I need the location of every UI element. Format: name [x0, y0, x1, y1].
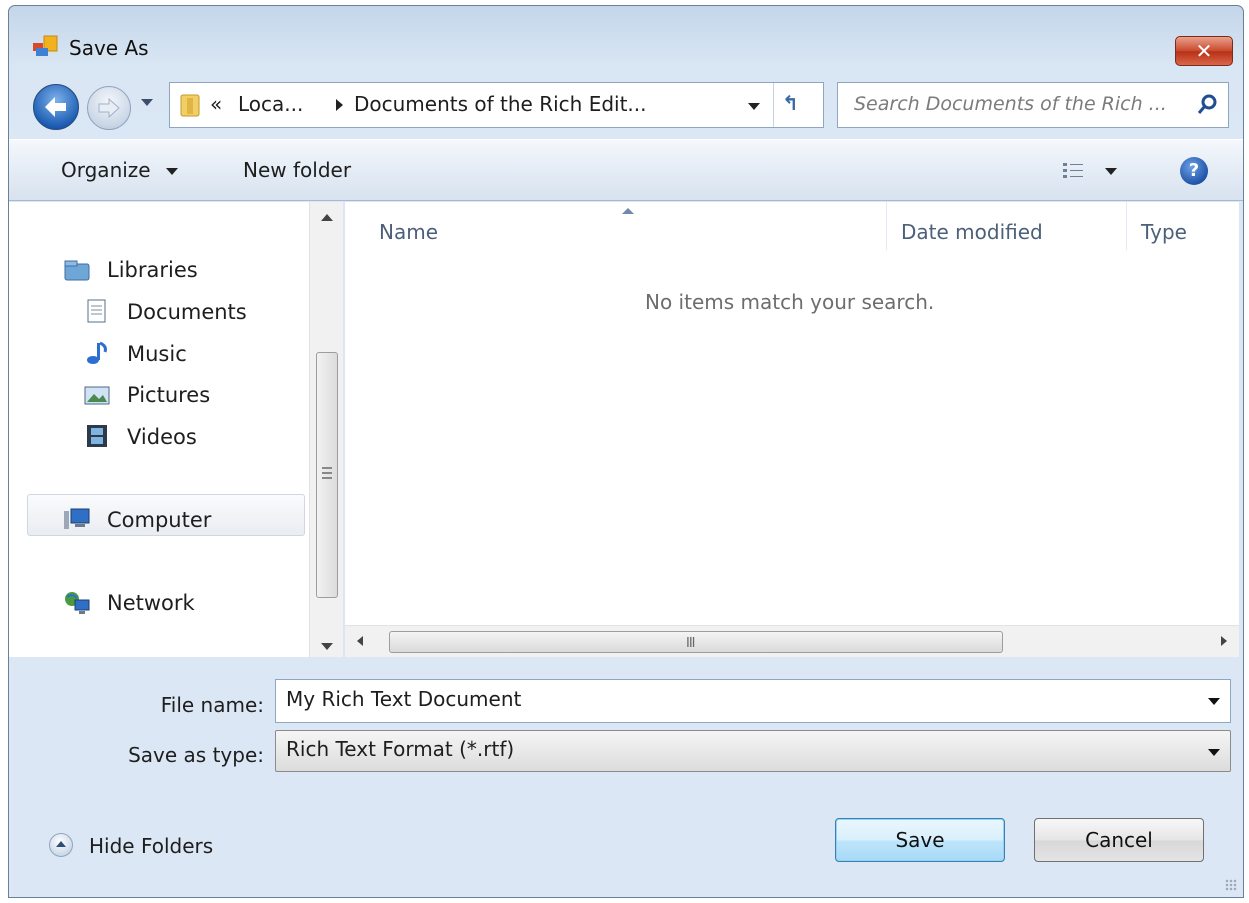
- arrow-left-icon: [45, 97, 66, 117]
- scroll-right-arrow[interactable]: [1221, 636, 1227, 646]
- libraries-icon: [64, 260, 90, 281]
- app-icon: [33, 35, 58, 56]
- search-icon[interactable]: [1196, 93, 1218, 117]
- save-as-type-label: Save as type:: [128, 743, 264, 767]
- nav-item-libraries[interactable]: Libraries: [107, 258, 198, 282]
- forward-button[interactable]: [87, 86, 131, 130]
- window-title: Save As: [69, 36, 149, 60]
- change-view-icon[interactable]: [1062, 162, 1084, 180]
- address-divider: [773, 83, 774, 127]
- nav-item-music[interactable]: Music: [127, 342, 187, 366]
- scroll-down-arrow[interactable]: [321, 643, 333, 650]
- file-list-horizontal-scrollbar[interactable]: III: [345, 625, 1239, 657]
- help-icon[interactable]: ?: [1180, 157, 1208, 185]
- hide-folders-button[interactable]: Hide Folders: [89, 834, 213, 858]
- file-name-field[interactable]: My Rich Text Document: [275, 679, 1231, 723]
- recent-locations-dropdown[interactable]: [141, 99, 153, 106]
- nav-item-videos[interactable]: Videos: [127, 425, 197, 449]
- nav-item-documents[interactable]: Documents: [127, 300, 247, 324]
- address-overflow-button[interactable]: «: [210, 92, 222, 116]
- column-divider[interactable]: [1126, 202, 1127, 250]
- chevron-down-icon[interactable]: [1208, 698, 1220, 705]
- save-button[interactable]: Save: [835, 818, 1005, 862]
- close-button[interactable]: ✕: [1175, 36, 1233, 66]
- save-as-type-value: Rich Text Format (*.rtf): [286, 737, 515, 761]
- documents-icon: [87, 299, 106, 323]
- nav-item-pictures[interactable]: Pictures: [127, 383, 210, 407]
- view-options-dropdown[interactable]: [1105, 168, 1117, 175]
- resize-grip[interactable]: [1225, 879, 1237, 891]
- column-header-name[interactable]: Name: [379, 220, 438, 244]
- computer-icon: [64, 508, 90, 529]
- navigation-pane-scrollbar[interactable]: [309, 202, 343, 657]
- folder-icon: [180, 94, 200, 117]
- column-divider[interactable]: [886, 202, 887, 250]
- pictures-icon: [84, 386, 110, 405]
- cancel-button[interactable]: Cancel: [1034, 818, 1204, 862]
- nav-item-computer[interactable]: Computer: [107, 508, 211, 532]
- nav-item-network[interactable]: Network: [107, 591, 195, 615]
- empty-list-message: No items match your search.: [645, 290, 935, 314]
- navigation-pane: Libraries Documents Music Pictures Video…: [9, 202, 313, 657]
- music-icon: [87, 341, 107, 364]
- file-name-label: File name:: [160, 693, 264, 717]
- file-name-input[interactable]: My Rich Text Document: [286, 687, 521, 711]
- sort-ascending-icon: [622, 208, 634, 214]
- chevron-up-icon[interactable]: [49, 833, 73, 857]
- command-bar: Organize New folder ?: [9, 139, 1243, 201]
- save-as-dialog: Save As ✕ « Loca... Documents of the Ric…: [8, 5, 1244, 898]
- scroll-up-arrow[interactable]: [321, 214, 333, 221]
- videos-icon: [87, 425, 107, 447]
- search-input[interactable]: Search Documents of the Rich ...: [854, 93, 1167, 115]
- chevron-right-icon[interactable]: [336, 99, 343, 111]
- chevron-down-icon[interactable]: [1208, 749, 1220, 756]
- title-bar: Save As ✕: [9, 6, 1243, 78]
- refresh-icon[interactable]: ↰: [782, 91, 799, 115]
- back-button[interactable]: [33, 84, 79, 130]
- organize-menu[interactable]: Organize: [61, 158, 151, 182]
- column-header-date-modified[interactable]: Date modified: [901, 220, 1043, 244]
- new-folder-button[interactable]: New folder: [243, 158, 351, 182]
- address-segment-current[interactable]: Documents of the Rich Edit...: [354, 92, 647, 116]
- scroll-left-arrow[interactable]: [357, 636, 363, 646]
- thumb-grip: [322, 467, 332, 479]
- search-box[interactable]: Search Documents of the Rich ...: [837, 82, 1229, 128]
- save-as-type-select[interactable]: Rich Text Format (*.rtf): [275, 730, 1231, 772]
- chevron-down-icon[interactable]: [166, 168, 178, 175]
- address-bar[interactable]: « Loca... Documents of the Rich Edit... …: [169, 82, 824, 128]
- file-list[interactable]: Name Date modified Type No items match y…: [345, 202, 1239, 657]
- address-history-dropdown[interactable]: [748, 103, 760, 110]
- arrow-right-icon: [98, 97, 120, 119]
- scroll-thumb[interactable]: [316, 352, 338, 598]
- network-icon: [65, 592, 90, 614]
- thumb-grip: III: [686, 636, 695, 651]
- address-segment[interactable]: Loca...: [238, 92, 303, 116]
- column-header-type[interactable]: Type: [1141, 220, 1187, 244]
- scroll-thumb[interactable]: III: [389, 631, 1003, 653]
